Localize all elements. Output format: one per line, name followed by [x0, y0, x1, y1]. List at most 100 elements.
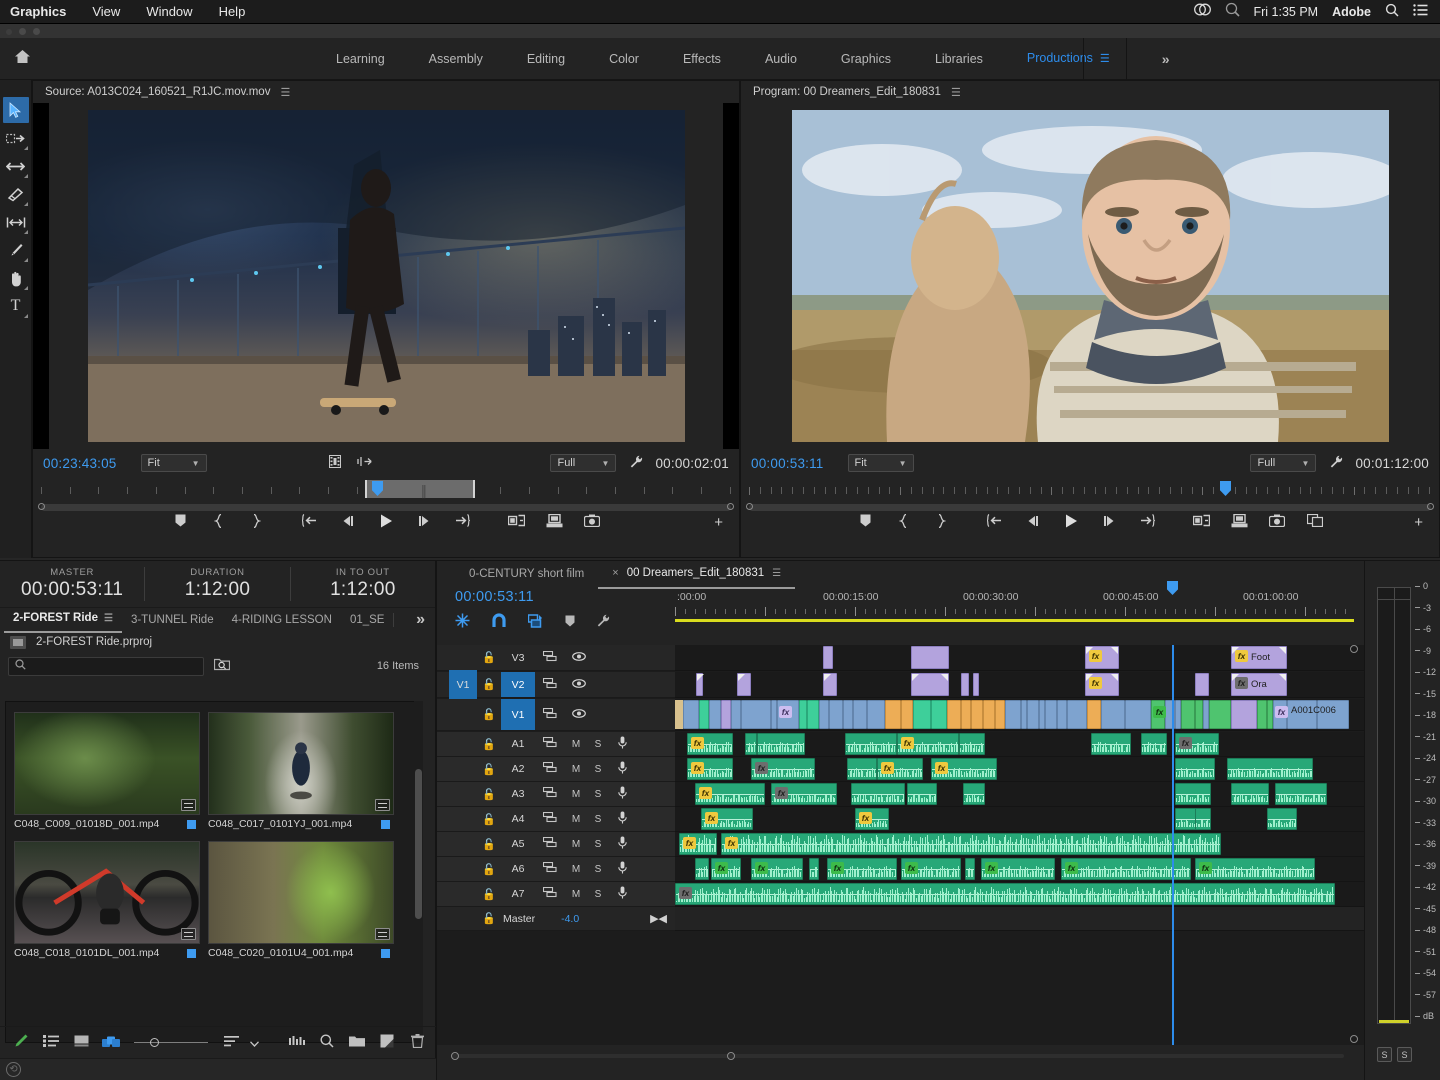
timeline-clip[interactable] — [1005, 700, 1021, 729]
program-video-stage[interactable] — [741, 103, 1439, 449]
extract-button[interactable] — [1230, 513, 1248, 531]
audio-clip[interactable]: fx — [877, 758, 923, 780]
audio-clip[interactable]: fx — [687, 733, 733, 755]
track-name-v1[interactable]: V1 — [501, 699, 535, 730]
search-input[interactable] — [8, 656, 204, 676]
track-header-v1[interactable]: 🔓 V1 — [437, 699, 675, 731]
timeline-clip[interactable] — [1057, 700, 1067, 729]
audio-clip[interactable] — [1267, 808, 1297, 830]
bin-content-area[interactable]: C048_C009_01018D_001.mp4 C048_C017_0101Y… — [5, 701, 417, 1043]
timeline-clip[interactable] — [961, 700, 971, 729]
audio-clip[interactable]: fx — [981, 858, 1055, 880]
timeline-clip[interactable] — [947, 700, 961, 729]
solo-button[interactable]: S — [587, 739, 609, 750]
audio-clip[interactable]: fx — [695, 783, 765, 805]
timeline-clip[interactable] — [807, 700, 819, 729]
timeline-clip[interactable] — [683, 700, 699, 729]
overwrite-button[interactable] — [545, 513, 563, 531]
panel-menu-icon[interactable]: ☰ — [280, 86, 290, 99]
timeline-clip[interactable] — [983, 700, 995, 729]
wrench-icon[interactable] — [630, 455, 643, 471]
audio-clip[interactable] — [1141, 733, 1167, 755]
close-icon[interactable]: × — [612, 567, 618, 579]
snap-icon[interactable] — [492, 613, 506, 631]
go-to-in-button[interactable] — [985, 513, 1004, 530]
tab-effects[interactable]: Effects — [661, 38, 743, 80]
audio-clip[interactable]: fx — [1175, 733, 1219, 755]
bin-item[interactable]: C048_C018_0101DL_001.mp4 — [14, 841, 200, 962]
sort-chevron-icon[interactable] — [246, 1035, 262, 1050]
timeline-clip[interactable] — [1231, 700, 1257, 729]
timeline-clip[interactable] — [843, 700, 853, 729]
comparison-view-button[interactable] — [1306, 513, 1324, 530]
timeline-clip[interactable] — [1045, 700, 1057, 729]
timeline-clip[interactable] — [971, 700, 983, 729]
timeline-clip[interactable] — [823, 673, 837, 696]
solo-button[interactable]: S — [587, 789, 609, 800]
timeline-clip[interactable] — [1101, 700, 1125, 729]
microphone-icon[interactable] — [609, 836, 635, 852]
creative-cloud-icon[interactable] — [1193, 3, 1211, 20]
timeline-clip[interactable]: fx Foot — [1231, 646, 1287, 669]
maximize-window-button[interactable] — [33, 28, 40, 35]
scroll-left-handle[interactable] — [451, 1052, 459, 1060]
thumbnail-zoom-slider[interactable] — [134, 1037, 208, 1049]
lock-icon[interactable]: 🔓 — [477, 912, 501, 925]
master-track-level[interactable]: -4.0 — [561, 913, 579, 925]
track-content-a7[interactable]: fx — [675, 882, 1365, 907]
timeline-clip[interactable] — [696, 673, 704, 696]
track-target-icon[interactable] — [535, 650, 565, 665]
audio-clip[interactable]: fx — [679, 833, 717, 855]
timeline-clip[interactable]: fx Ora — [1231, 673, 1287, 696]
audio-clip[interactable]: fx — [751, 858, 803, 880]
mark-in-button[interactable] — [894, 513, 912, 531]
lock-icon[interactable]: 🔓 — [477, 838, 501, 851]
audio-clip[interactable]: fx — [687, 758, 733, 780]
audio-clip[interactable] — [757, 733, 805, 755]
selection-tool[interactable] — [2, 97, 29, 123]
audio-clip[interactable] — [963, 783, 985, 805]
scroll-up-handle[interactable] — [1350, 645, 1358, 653]
search-icon[interactable] — [1385, 3, 1399, 21]
microphone-icon[interactable] — [609, 861, 635, 877]
timeline-tab-century-short-film[interactable]: 0-CENTURY short film — [455, 561, 598, 587]
solo-button[interactable]: S — [587, 864, 609, 875]
find-icon[interactable] — [312, 1034, 342, 1051]
program-scrubber[interactable] — [741, 477, 1439, 503]
track-content-v1[interactable]: fx fx fx A001C006 — [675, 699, 1365, 731]
program-zoom-select[interactable]: Fit ▼ — [847, 454, 914, 472]
bin-item[interactable]: C048_C017_0101YJ_001.mp4 — [208, 712, 394, 833]
tab-color[interactable]: Color — [587, 38, 661, 80]
new-bin-icon[interactable] — [342, 1035, 372, 1050]
track-target-icon[interactable] — [535, 811, 565, 826]
lock-icon[interactable]: 🔓 — [477, 888, 501, 901]
audio-clip[interactable] — [907, 783, 937, 805]
menu-help[interactable]: Help — [206, 0, 259, 24]
audio-clip[interactable]: fx — [771, 783, 837, 805]
track-header-v3[interactable]: 🔓 V3 — [437, 645, 675, 671]
lock-icon[interactable]: 🔓 — [477, 651, 501, 664]
source-patch-v1[interactable] — [449, 700, 477, 730]
source-duration-timecode[interactable]: 00:00:02:01 — [655, 456, 729, 471]
timeline-clip[interactable] — [1027, 700, 1039, 729]
linked-selection-icon[interactable] — [527, 613, 543, 631]
timeline-clip[interactable] — [1257, 700, 1267, 729]
go-to-in-button[interactable] — [300, 513, 319, 530]
tab-productions[interactable]: Productions ☰ — [1005, 37, 1132, 80]
project-file-row[interactable]: 2-FOREST Ride.prproj — [0, 631, 435, 653]
track-target-icon[interactable] — [535, 677, 565, 692]
bin-item[interactable]: C048_C020_0101U4_001.mp4 — [208, 841, 394, 962]
timeline-clip[interactable] — [699, 700, 709, 729]
solo-button[interactable]: S — [587, 764, 609, 775]
sort-icon[interactable] — [216, 1035, 246, 1050]
play-stop-button[interactable] — [377, 514, 395, 531]
play-stop-button[interactable] — [1062, 514, 1080, 531]
audio-clip[interactable] — [695, 858, 709, 880]
program-resolution-select[interactable]: Full ▼ — [1250, 454, 1317, 472]
go-to-out-button[interactable] — [1138, 513, 1156, 530]
type-tool[interactable]: T — [3, 293, 29, 319]
microphone-icon[interactable] — [609, 811, 635, 827]
timeline-clip[interactable]: fx — [1085, 673, 1119, 696]
bin-tab-tunnel-ride[interactable]: 3-TUNNEL Ride — [122, 608, 223, 632]
minimize-window-button[interactable] — [19, 28, 26, 35]
